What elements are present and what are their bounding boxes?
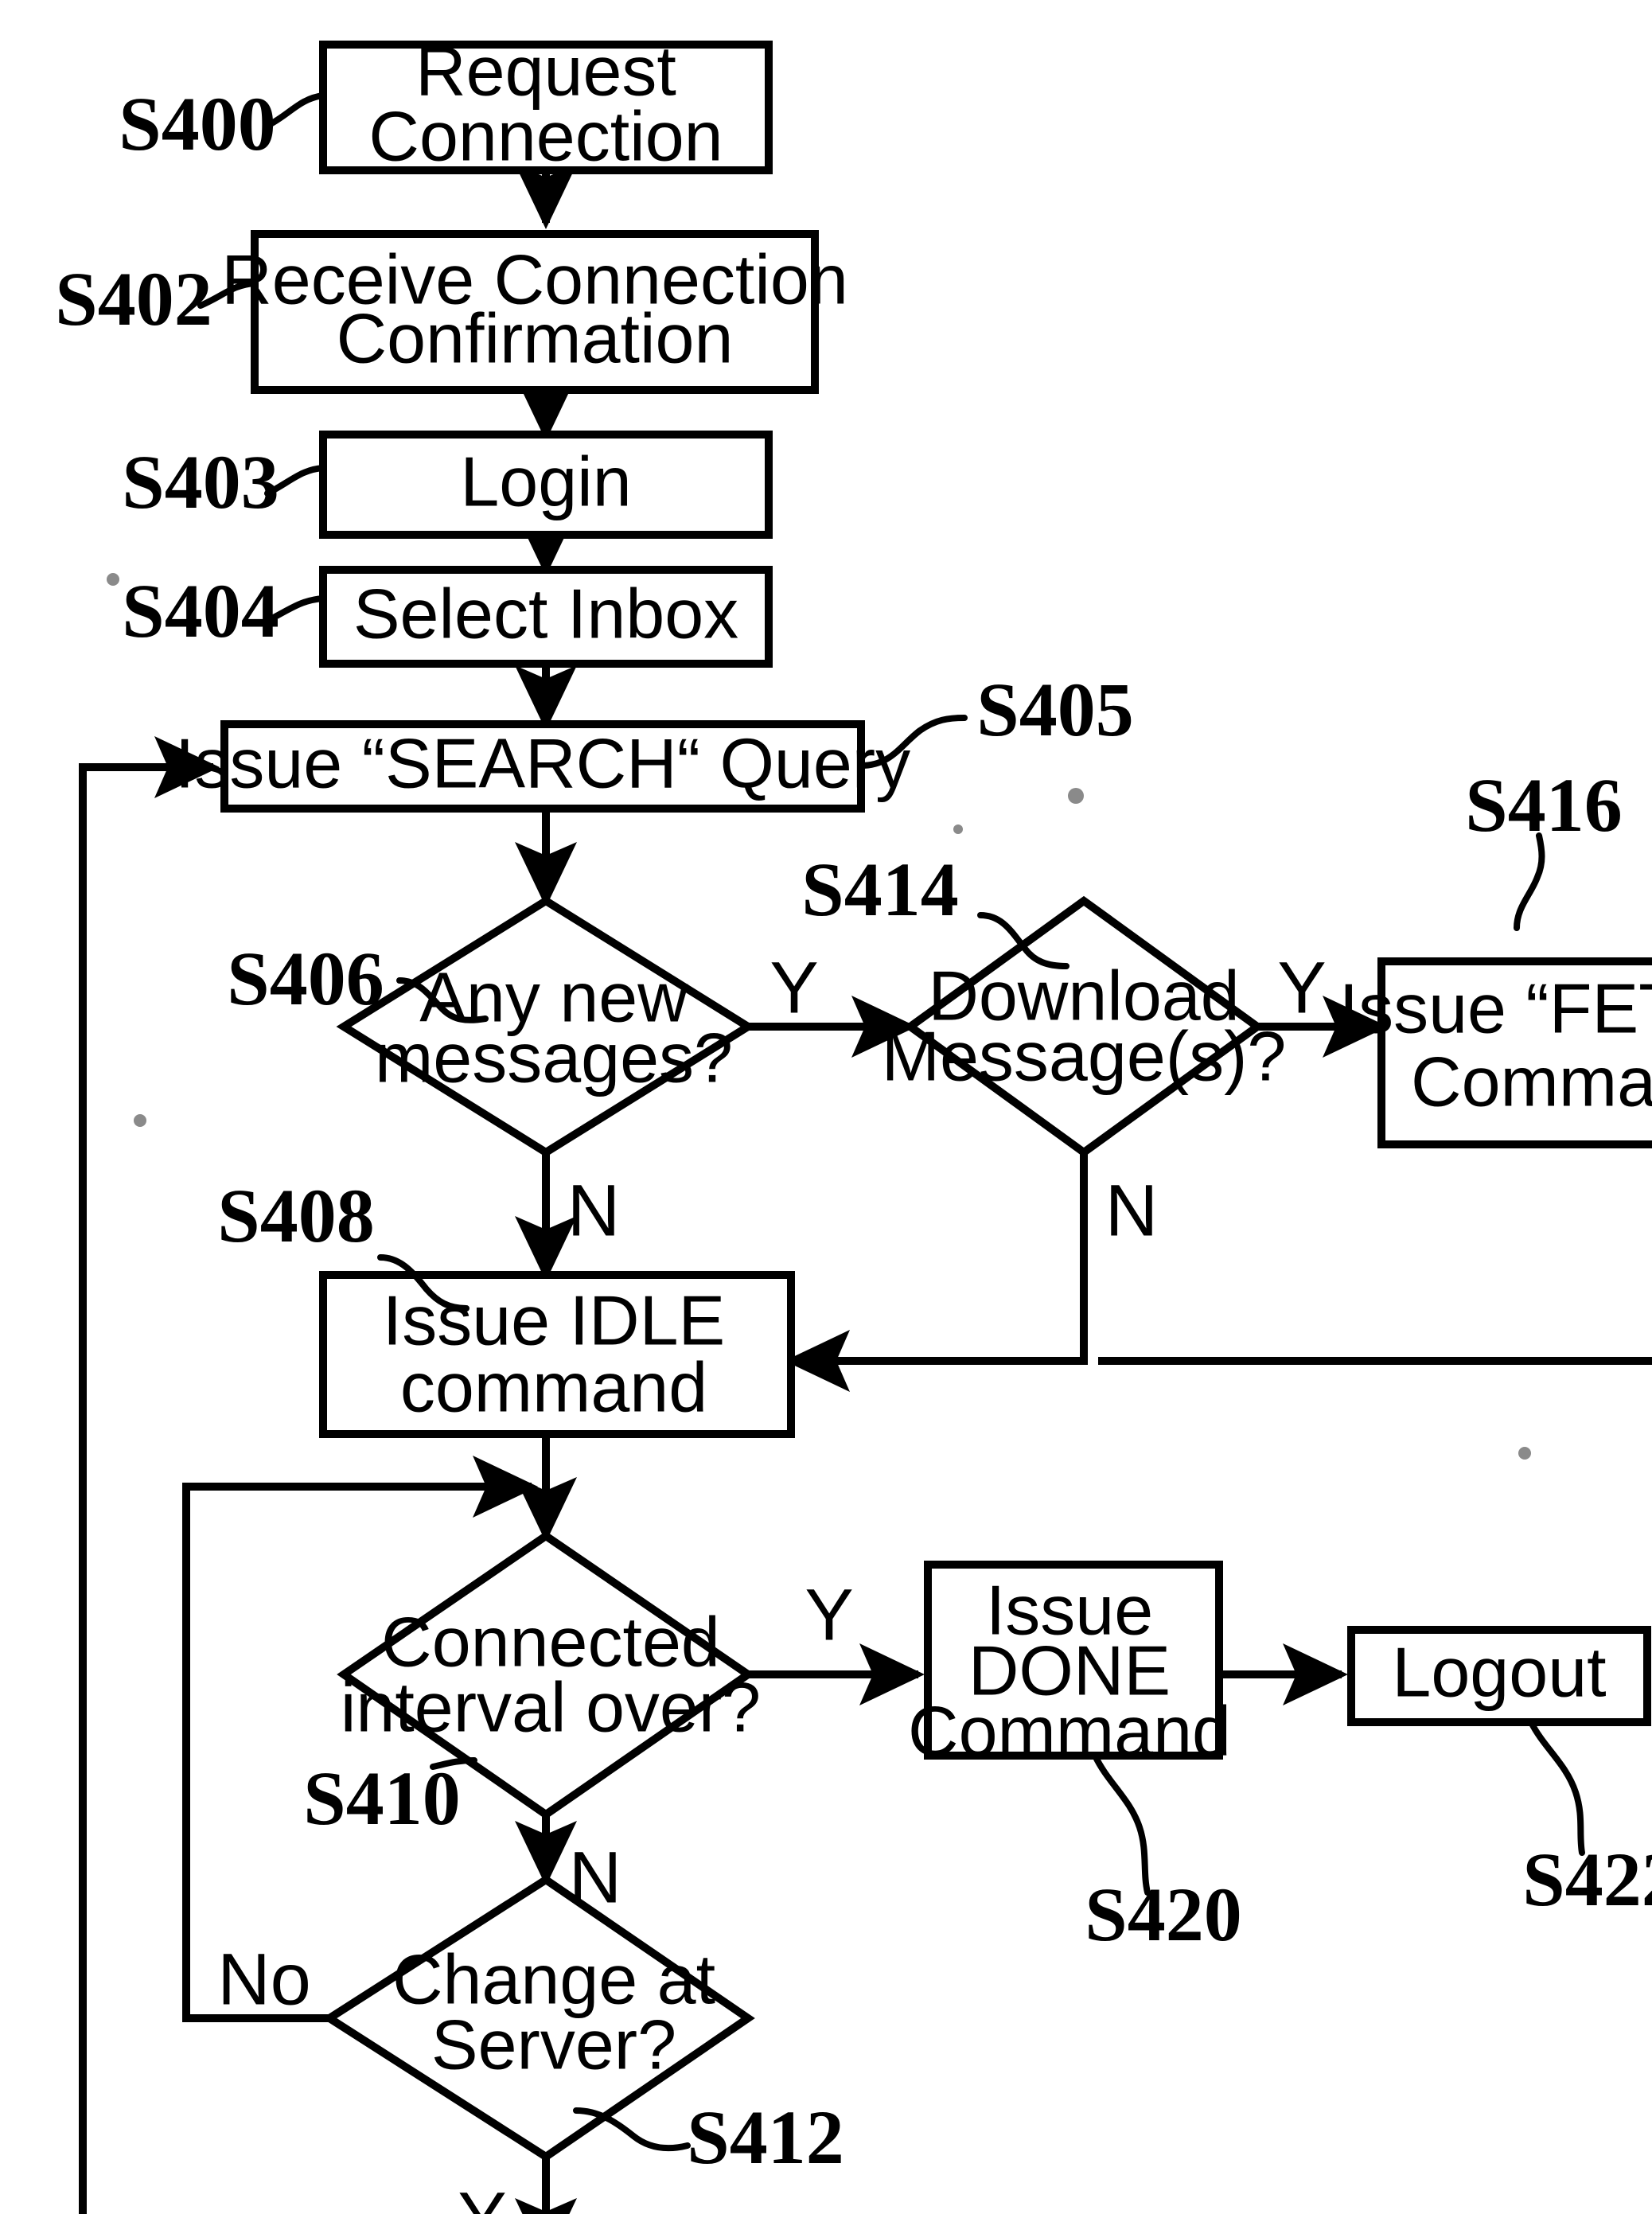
request-connection-label-line2: Connection	[368, 96, 723, 175]
node-download-messages[interactable]: Download Message(s)?	[882, 895, 1287, 1158]
branch-label-change-no: No	[217, 1939, 311, 2020]
ref-s405: S405	[976, 667, 1133, 752]
ref-s416-leader	[1514, 832, 1545, 931]
ref-s414: S414	[801, 847, 958, 932]
node-any-new-messages[interactable]: Any new messages?	[336, 896, 756, 1157]
node-logout[interactable]: Logout	[1347, 1626, 1651, 1726]
connected-interval-label-line2: interval over?	[341, 1667, 761, 1746]
ref-s406: S406	[227, 936, 384, 1021]
branch-label-new-messages-yes: Y	[770, 947, 818, 1028]
any-new-messages-label-line2: messages?	[375, 1018, 733, 1097]
node-search-query[interactable]: Issue “SEARCH“ Query	[175, 720, 910, 813]
ref-s405-group: S405	[858, 667, 1134, 769]
download-messages-label-line2: Message(s)?	[882, 1016, 1287, 1095]
ref-s420-group: S420	[1085, 1752, 1242, 1957]
edge-s416-s408	[1098, 1357, 1652, 1365]
node-login[interactable]: Login	[319, 431, 773, 539]
done-command-upper-label-line3: Command	[908, 1691, 1231, 1770]
branch-label-new-messages-no: N	[567, 1170, 620, 1251]
branch-label-interval-yes: Y	[805, 1574, 853, 1655]
node-done-command-upper[interactable]: Issue DONE Command	[908, 1561, 1231, 1770]
ref-s400-group: S400	[119, 81, 326, 166]
branch-label-download-yes: Y	[1277, 947, 1326, 1028]
node-select-inbox[interactable]: Select Inbox	[319, 566, 773, 668]
ref-s416-group: S416	[1465, 762, 1623, 931]
ref-s420: S420	[1085, 1872, 1241, 1957]
ref-s422-leader	[1528, 1719, 1585, 1856]
logout-label: Logout	[1392, 1632, 1606, 1711]
ref-s402: S402	[55, 256, 212, 341]
branch-label-change-yes: Y	[458, 2177, 506, 2214]
edge-s414-s408-no	[785, 1152, 1088, 1392]
ref-s410: S410	[303, 1756, 460, 1841]
receive-confirmation-label-line2: Confirmation	[337, 298, 734, 377]
ref-s404-group: S404	[122, 568, 326, 653]
ref-s422: S422	[1522, 1837, 1652, 1922]
fetch-command-label-line2: Command	[1411, 1042, 1652, 1121]
login-label: Login	[460, 442, 631, 520]
search-query-label: Issue “SEARCH“ Query	[175, 723, 910, 802]
node-fetch-command[interactable]: Issue “FETCH” Command	[1339, 957, 1652, 1148]
ref-s403: S403	[122, 439, 279, 524]
fetch-command-label-line1: Issue “FETCH”	[1339, 969, 1652, 1047]
ref-s408: S408	[217, 1173, 374, 1258]
change-at-server-label-line2: Server?	[431, 2005, 676, 2083]
ref-s403-group: S403	[122, 439, 326, 524]
ref-s400: S400	[119, 81, 275, 166]
ref-s404: S404	[122, 568, 279, 653]
ref-s422-group: S422	[1522, 1719, 1652, 1922]
ref-s410-group: S410	[303, 1756, 477, 1841]
ref-s412: S412	[687, 2095, 844, 2180]
node-change-at-server[interactable]: Change at Server?	[321, 1875, 755, 2161]
node-request-connection[interactable]: Request Connection	[319, 31, 773, 175]
flowchart-figure: Request Connection S400 Receive Connecti…	[0, 0, 1652, 2214]
select-inbox-label: Select Inbox	[353, 574, 738, 653]
node-idle-command[interactable]: Issue IDLE command	[319, 1271, 795, 1438]
branch-label-download-no: N	[1105, 1170, 1158, 1251]
idle-command-label-line2: command	[400, 1347, 707, 1426]
ref-s414-group: S414	[801, 847, 1070, 969]
ref-s416: S416	[1465, 762, 1622, 848]
node-receive-confirmation[interactable]: Receive Connection Confirmation	[221, 230, 848, 394]
flowchart-canvas: Request Connection S400 Receive Connecti…	[55, 31, 1652, 2214]
